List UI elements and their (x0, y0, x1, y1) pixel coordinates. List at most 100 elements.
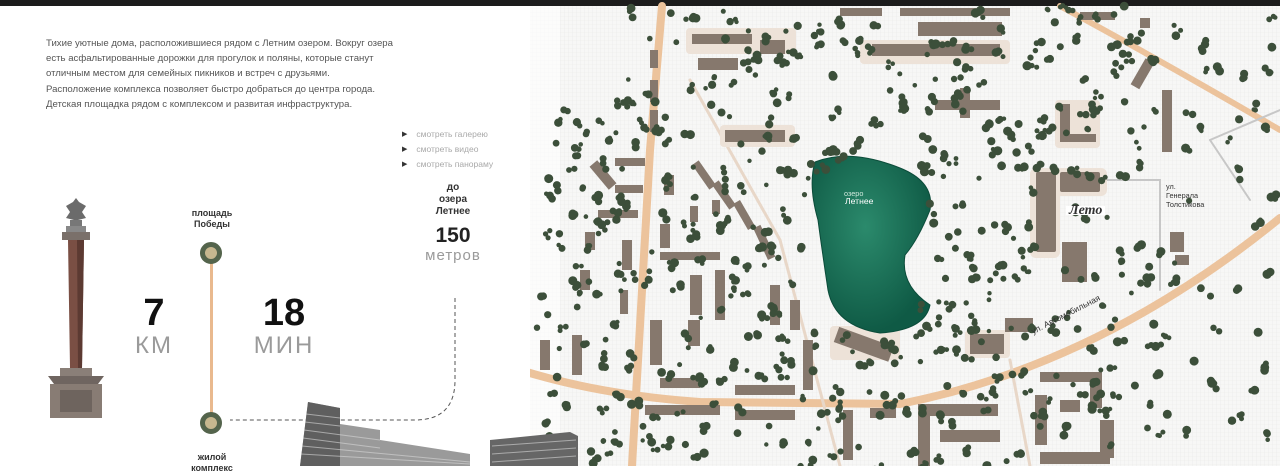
tree-icon (689, 14, 697, 22)
tree-icon (842, 38, 847, 43)
tree-icon (1018, 247, 1026, 255)
tree-icon (708, 81, 716, 89)
tree-icon (1183, 109, 1190, 116)
tree-icon (1116, 246, 1124, 254)
tree-icon (913, 334, 919, 340)
tree-icon (968, 313, 974, 319)
tree-icon (1078, 14, 1084, 20)
tree-icon (1033, 164, 1041, 172)
tree-icon (913, 83, 918, 88)
tree-icon (1033, 48, 1038, 53)
tree-icon (986, 462, 991, 466)
tree-icon (912, 449, 920, 457)
tree-icon (883, 401, 891, 409)
tree-icon (584, 214, 589, 219)
tree-icon (881, 341, 889, 349)
tree-icon (886, 65, 892, 71)
tree-icon (835, 19, 842, 26)
tree-icon (1004, 458, 1010, 464)
tree-icon (601, 438, 607, 444)
tree-icon (605, 136, 613, 144)
tree-icon (722, 176, 729, 183)
lake-name-label: Летнее (845, 197, 873, 206)
tree-icon (997, 161, 1006, 170)
tree-icon (1090, 112, 1097, 119)
tree-icon (612, 429, 618, 435)
tree-icon (741, 189, 747, 195)
tree-icon (1020, 162, 1029, 171)
tree-icon (1086, 172, 1095, 181)
tree-icon (580, 184, 586, 190)
tree-icon (765, 120, 773, 128)
tree-icon (1207, 293, 1214, 300)
tree-icon (746, 66, 753, 73)
tree-icon (1044, 56, 1050, 62)
tree-icon (977, 395, 982, 400)
tree-icon (1119, 50, 1127, 58)
tree-icon (721, 9, 726, 14)
tree-icon (1156, 373, 1162, 379)
tree-icon (1116, 394, 1122, 400)
tree-icon (890, 61, 895, 66)
tree-icon (781, 213, 786, 218)
tree-icon (690, 132, 694, 136)
tree-icon (954, 156, 959, 161)
tree-icon (918, 307, 924, 313)
tree-icon (972, 320, 978, 326)
tree-icon (1003, 127, 1012, 136)
tree-icon (999, 261, 1008, 270)
tree-icon (951, 100, 960, 109)
tree-icon (1172, 23, 1177, 28)
tree-icon (718, 306, 725, 313)
tree-icon (1119, 272, 1125, 278)
tree-icon (1190, 357, 1199, 366)
tree-icon (721, 188, 729, 196)
tree-icon (1060, 431, 1069, 440)
tree-icon (1266, 268, 1275, 277)
tree-icon (580, 341, 588, 349)
tree-icon (898, 93, 905, 100)
tree-icon (737, 140, 744, 147)
tree-icon (691, 165, 696, 170)
tree-icon (777, 53, 783, 59)
tree-icon (763, 134, 768, 139)
tree-icon (1071, 382, 1076, 387)
tree-icon (1239, 75, 1246, 82)
tree-icon (952, 245, 959, 252)
tree-icon (918, 359, 923, 364)
tree-icon (926, 200, 934, 208)
tree-icon (734, 403, 742, 411)
tree-icon (837, 404, 843, 410)
tree-icon (662, 114, 669, 121)
tree-icon (785, 375, 790, 380)
tree-icon (768, 114, 774, 120)
tree-icon (686, 345, 691, 350)
tree-icon (1172, 31, 1181, 40)
tree-icon (1144, 425, 1151, 432)
tree-icon (812, 346, 816, 350)
tree-icon (1041, 119, 1047, 125)
tree-icon (613, 217, 619, 223)
complex-logo[interactable]: Лето (1066, 206, 1105, 215)
tree-icon (1186, 148, 1192, 154)
tree-icon (1258, 218, 1263, 223)
tree-icon (764, 315, 770, 321)
victory-monument-image (40, 198, 110, 420)
tree-icon (1156, 252, 1163, 259)
tree-icon (933, 349, 938, 354)
tree-icon (1113, 40, 1122, 49)
tree-icon (718, 109, 726, 117)
tree-icon (1075, 166, 1080, 171)
tree-icon (578, 142, 583, 147)
tree-icon (728, 293, 733, 298)
tree-icon (734, 429, 742, 437)
tree-icon (936, 314, 942, 320)
tree-icon (928, 169, 935, 176)
tree-icon (1031, 243, 1039, 251)
tree-icon (596, 231, 602, 237)
tree-icon (730, 358, 739, 367)
tree-icon (1105, 215, 1110, 220)
tree-icon (658, 127, 665, 134)
tree-icon (987, 291, 991, 295)
tree-icon (887, 87, 894, 94)
